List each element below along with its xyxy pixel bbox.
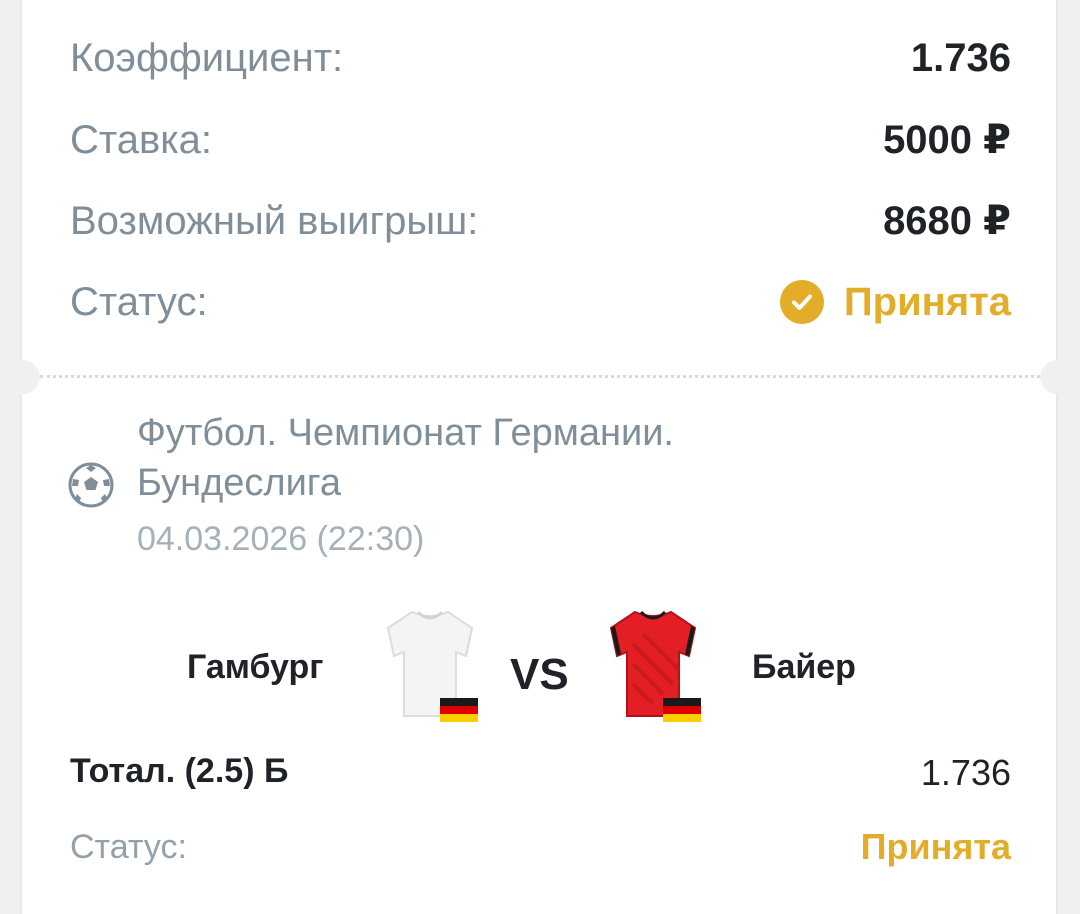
payout-value: 8680 ₽ (883, 199, 1011, 243)
selection-status-value: Принята (860, 826, 1011, 867)
selection-status-row: Статус: Принята (70, 826, 1011, 868)
ticket-divider (40, 375, 1040, 378)
selection-row: Тотал. (2.5) Б 1.736 (70, 752, 1011, 794)
away-jersey-icon (603, 604, 703, 724)
stake-value: 5000 ₽ (883, 118, 1011, 162)
coefficient-value: 1.736 (910, 35, 1011, 80)
germany-flag-icon (663, 698, 701, 722)
selection-odd: 1.736 (920, 752, 1011, 793)
football-icon (68, 462, 114, 508)
home-jersey-icon (380, 604, 480, 724)
stake-row: Ставка: 5000 ₽ (70, 110, 1011, 170)
ticket-notch-left (6, 360, 40, 394)
vs-label: VS (510, 650, 569, 699)
status-badge: Принята (779, 279, 1011, 325)
bet-ticket-page: Коэффициент: 1.736 Ставка: 5000 ₽ Возмож… (0, 0, 1080, 914)
ticket-notch-right (1040, 360, 1074, 394)
status-value: Принята (843, 279, 1011, 324)
stake-label: Ставка: (70, 117, 212, 162)
event-datetime: 04.03.2026 (22:30) (137, 520, 425, 558)
selection-market: Тотал. (2.5) Б (70, 752, 289, 790)
payout-row: Возможный выигрыш: 8680 ₽ (70, 191, 1011, 251)
home-team-name: Гамбург (187, 648, 324, 686)
status-label: Статус: (70, 279, 208, 324)
germany-flag-icon (440, 698, 478, 722)
status-row: Статус: Принята (70, 272, 1011, 332)
check-circle-icon (779, 280, 824, 324)
coefficient-row: Коэффициент: 1.736 (70, 28, 1011, 88)
coefficient-label: Коэффициент: (70, 35, 344, 80)
payout-label: Возможный выигрыш: (70, 198, 479, 243)
league-name: Футбол. Чемпионат Германии. Бундеслига (137, 412, 674, 504)
away-team-name: Байер (752, 648, 856, 686)
selection-status-label: Статус: (70, 827, 187, 866)
